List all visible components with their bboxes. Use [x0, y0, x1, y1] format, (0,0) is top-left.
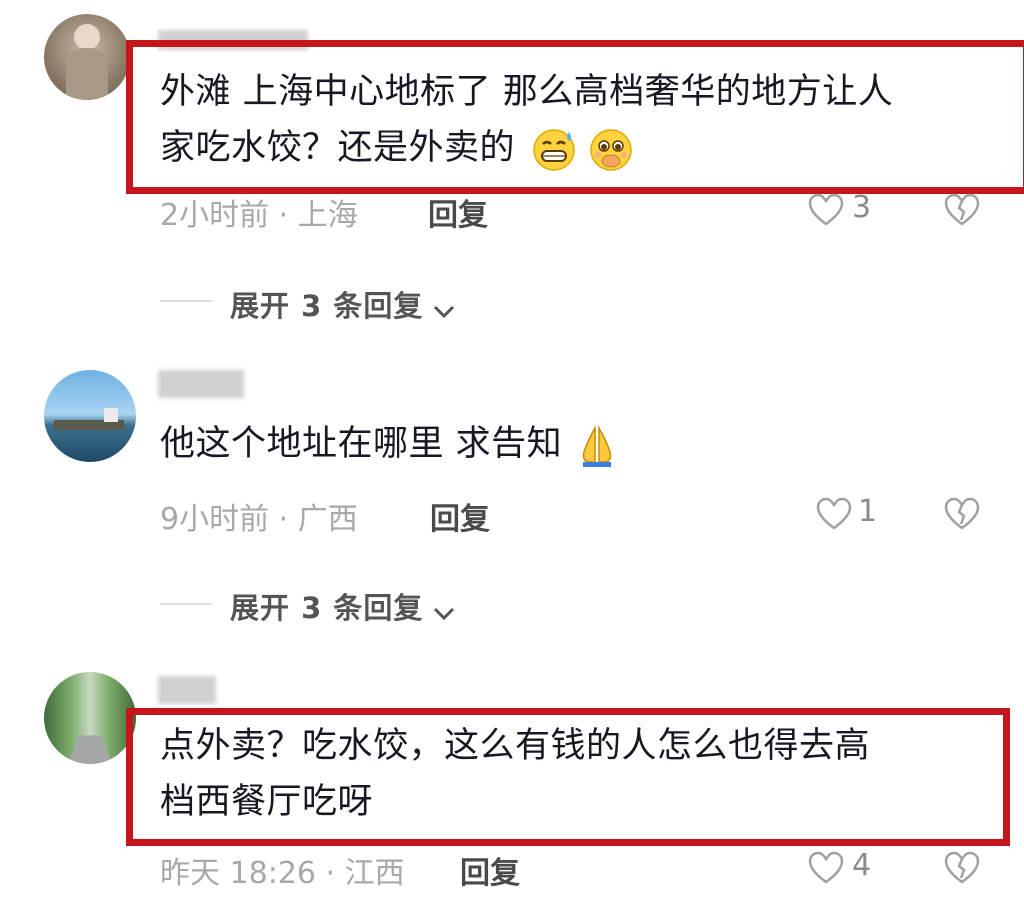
broken-heart-icon[interactable]	[944, 193, 980, 227]
pleading-emoji	[590, 129, 633, 171]
divider	[160, 603, 212, 605]
expand-replies-label: 展开 3 条回复	[230, 591, 424, 625]
reply-button[interactable]: 回复	[460, 848, 520, 892]
heart-outline-icon	[816, 497, 852, 530]
comment-line: 点外卖？吃水饺，这么有钱的人怎么也得去高	[160, 726, 871, 766]
comment-line: 档西餐厅吃呀	[160, 782, 374, 822]
comment-line: 他这个地址在哪里 求告知	[160, 424, 563, 464]
reply-button[interactable]: 回复	[430, 494, 490, 538]
comment-meta: 9小时前 · 广西	[160, 502, 358, 537]
like-button[interactable]: 1	[816, 494, 896, 534]
comment-meta: 2小时前 · 上海	[160, 198, 358, 233]
divider	[160, 300, 212, 302]
avatar[interactable]	[44, 672, 136, 764]
like-count: 4	[852, 848, 872, 883]
comment-text: 点外卖？吃水饺，这么有钱的人怎么也得去高 档西餐厅吃呀	[160, 718, 990, 830]
heart-outline-icon	[808, 193, 844, 226]
expand-replies-button[interactable]: 展开 3 条回复	[230, 283, 456, 323]
comment-line: 家吃水饺？还是外卖的	[160, 120, 1010, 176]
username[interactable]	[158, 676, 216, 704]
pray-hands-emoji	[582, 425, 612, 467]
like-button[interactable]: 3	[808, 190, 888, 230]
expand-replies-label: 展开 3 条回复	[230, 289, 424, 323]
grin-sweat-emoji	[532, 129, 575, 171]
avatar[interactable]	[44, 14, 130, 100]
avatar[interactable]	[44, 370, 136, 462]
comment-meta: 昨天 18:26 · 江西	[160, 856, 405, 891]
broken-heart-icon[interactable]	[944, 497, 980, 531]
comment-line: 外滩 上海中心地标了 那么高档奢华的地方让人	[160, 72, 894, 112]
broken-heart-icon[interactable]	[944, 851, 980, 885]
expand-replies-button[interactable]: 展开 3 条回复	[230, 585, 456, 625]
like-count: 1	[858, 494, 878, 529]
like-button[interactable]: 4	[808, 848, 888, 888]
reply-button[interactable]: 回复	[428, 190, 488, 234]
chevron-down-icon	[434, 305, 455, 318]
heart-outline-icon	[808, 851, 844, 884]
like-count: 3	[852, 190, 872, 225]
username[interactable]	[158, 370, 244, 398]
comment-text: 外滩 上海中心地标了 那么高档奢华的地方让人 家吃水饺？还是外卖的	[160, 64, 1010, 176]
chevron-down-icon	[434, 607, 455, 620]
comment-text: 他这个地址在哪里 求告知	[160, 416, 1010, 472]
